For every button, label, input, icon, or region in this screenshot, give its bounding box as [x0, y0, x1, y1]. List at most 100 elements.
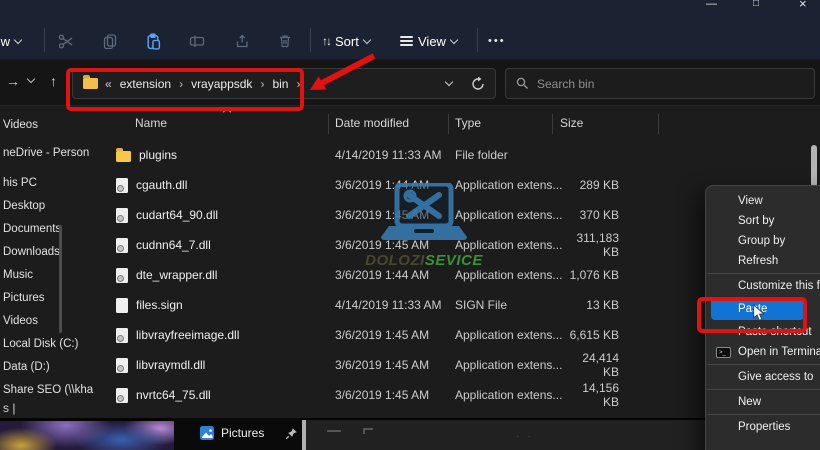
pictures-pinned-item[interactable]: Pictures: [200, 426, 298, 440]
file-name-text: plugins: [139, 148, 177, 162]
search-input[interactable]: [537, 77, 804, 91]
context-menu-item-new[interactable]: New: [706, 392, 820, 412]
pictures-label: Pictures: [221, 426, 264, 440]
breadcrumb-item[interactable]: extension: [120, 77, 171, 91]
sidebar-item[interactable]: Local Disk (C:): [0, 333, 110, 356]
delete-button[interactable]: [274, 30, 296, 52]
column-header-name[interactable]: Name: [135, 116, 167, 130]
context-menu-item-customize-this-fol[interactable]: Customize this fol: [706, 276, 820, 296]
view-button[interactable]: View: [400, 26, 457, 56]
column-divider[interactable]: [552, 114, 553, 134]
breadcrumb-separator-icon: ›: [296, 77, 300, 91]
file-date-cell: 3/6/2019 1:45 AM: [335, 358, 455, 372]
context-menu-item-refresh[interactable]: Refresh: [706, 251, 820, 271]
minimize-button[interactable]: —: [706, 0, 717, 12]
file-list-scrollbar[interactable]: [811, 145, 817, 187]
sidebar-item[interactable]: his PC: [0, 172, 110, 195]
context-menu-label: Give access to: [738, 371, 813, 383]
sidebar-item[interactable]: Pictures: [0, 287, 110, 310]
sidebar-scrollbar[interactable]: [59, 225, 62, 333]
watermark-text: DOLOZISEVICE: [348, 252, 500, 269]
context-menu-item-view[interactable]: View: [706, 191, 820, 211]
context-menu-label: Paste shortcut: [738, 326, 812, 338]
watermark-brand-left: DOLOZI: [365, 252, 425, 269]
context-menu-item-group-by[interactable]: Group by: [706, 231, 820, 251]
sidebar-item[interactable]: Downloads: [0, 241, 110, 264]
context-menu-item-paste[interactable]: Paste: [711, 298, 804, 320]
cut-scissors-icon: [58, 33, 75, 50]
up-icon[interactable]: ↑: [50, 73, 57, 89]
background-window-fragment: Pictures: [174, 418, 302, 450]
file-size-cell: 289 KB: [567, 178, 653, 192]
context-menu-label: Group by: [738, 235, 785, 247]
context-menu-item-properties[interactable]: Properties: [706, 417, 820, 437]
context-menu-item-paste-shortcut[interactable]: Paste shortcut: [706, 322, 820, 342]
column-divider[interactable]: [328, 114, 329, 134]
sidebar-item[interactable]: Data (D:): [0, 356, 110, 379]
sidebar-item[interactable]: Videos: [0, 310, 110, 333]
forward-icon[interactable]: →: [6, 73, 20, 89]
context-menu-label: New: [738, 396, 761, 408]
background-glyph: [327, 430, 341, 432]
sidebar-item[interactable]: Videos: [0, 114, 110, 137]
context-menu-label: Properties: [738, 421, 790, 433]
column-header-date[interactable]: Date modified: [335, 116, 409, 130]
toolbar-divider: [310, 28, 311, 52]
file-name-text: files.sign: [136, 298, 183, 312]
context-menu-item-give-access-to[interactable]: Give access to: [706, 367, 820, 387]
more-options-icon: •••: [488, 35, 506, 47]
sidebar-item[interactable]: Desktop: [0, 195, 110, 218]
file-name-text: cudnn64_7.dll: [136, 238, 211, 252]
address-dropdown-chevron-icon[interactable]: [445, 78, 453, 86]
bottom-strip: Pictures ··: [0, 418, 820, 450]
column-header-size[interactable]: Size: [560, 116, 583, 130]
view-button-label: View: [418, 34, 446, 49]
search-icon: [516, 77, 529, 90]
address-bar[interactable]: «extension›vrayappsdk›bin›: [72, 68, 496, 99]
file-type-cell: Application extens...: [455, 388, 567, 402]
file-row[interactable]: plugins4/14/2019 11:33 AMFile folder: [112, 140, 812, 170]
file-name-cell: dte_wrapper.dll: [112, 268, 335, 283]
file-type-cell: Application extens...: [455, 268, 567, 282]
folder-icon: [116, 151, 131, 162]
context-menu-label: Refresh: [738, 255, 778, 267]
more-options-button[interactable]: •••: [488, 26, 506, 56]
watermark-laptop-tools-icon: [368, 183, 480, 245]
context-menu-item-open-in-terminal[interactable]: Open in Terminal: [706, 342, 820, 362]
pin-icon[interactable]: [285, 427, 298, 440]
breadcrumb-item[interactable]: vrayappsdk: [191, 77, 252, 91]
new-button[interactable]: New: [0, 26, 21, 56]
share-button[interactable]: [231, 30, 253, 52]
context-menu-separator: [707, 273, 820, 274]
sidebar-item[interactable]: neDrive - Person: [0, 142, 110, 165]
sidebar-item[interactable]: Documents: [0, 218, 110, 241]
watermark: DOLOZISEVICE: [348, 183, 500, 269]
file-size-cell: 14,156 KB: [567, 381, 653, 409]
background-glyph: ··: [516, 431, 539, 442]
breadcrumb-overflow-chevron[interactable]: «: [105, 77, 112, 91]
column-divider[interactable]: [448, 114, 449, 134]
file-date-cell: 3/6/2019 1:45 AM: [335, 328, 455, 342]
cut-button[interactable]: [55, 30, 77, 52]
rename-button[interactable]: [186, 30, 208, 52]
search-box[interactable]: [505, 68, 815, 99]
context-menu-item-sort-by[interactable]: Sort by: [706, 211, 820, 231]
paste-button[interactable]: [142, 30, 164, 52]
sidebar-item[interactable]: Music: [0, 264, 110, 287]
sort-button[interactable]: ↑↓ Sort: [322, 26, 370, 56]
sidebar-item[interactable]: Share SEO (\\kha: [0, 379, 110, 402]
file-name-cell: nvrtc64_75.dll: [112, 388, 335, 403]
close-button[interactable]: ×: [799, 0, 807, 12]
refresh-icon[interactable]: [471, 77, 485, 91]
recent-locations-icon[interactable]: [27, 75, 35, 83]
background-glyph: [363, 428, 373, 434]
file-name-cell: files.sign: [112, 298, 335, 313]
column-divider[interactable]: [658, 114, 659, 134]
sort-ascending-caret-icon: [223, 108, 231, 116]
breadcrumb-item[interactable]: bin: [272, 77, 288, 91]
column-header-type[interactable]: Type: [455, 116, 481, 130]
file-size-cell: 6,615 KB: [567, 328, 653, 342]
address-bar-row: → ↑ «extension›vrayappsdk›bin›: [0, 60, 820, 106]
copy-button[interactable]: [99, 30, 121, 52]
maximize-button[interactable]: □: [753, 0, 759, 12]
